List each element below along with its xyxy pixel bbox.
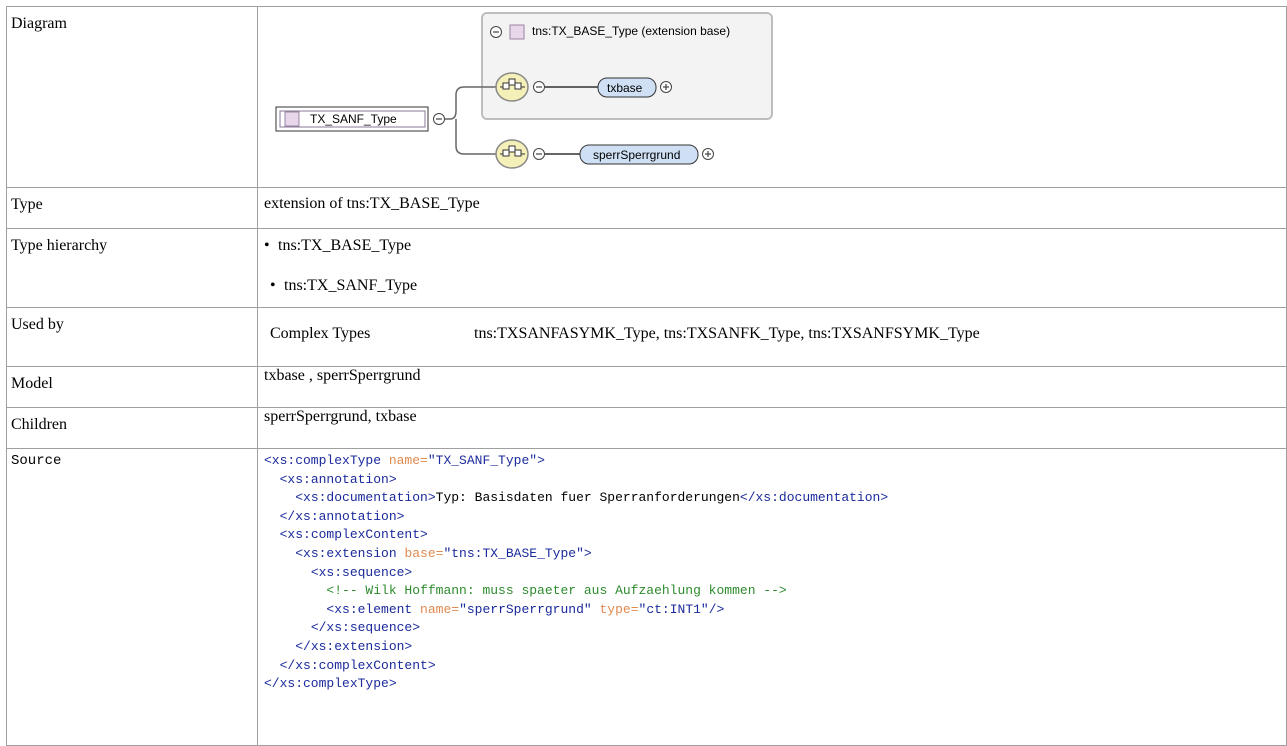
source-token xyxy=(264,639,295,654)
hierarchy-item-label: tns:TX_SANF_Type xyxy=(284,277,418,294)
sperrsperrgrund-expand-icon[interactable] xyxy=(702,148,714,160)
source-token: name= xyxy=(388,453,428,468)
source-token xyxy=(264,620,311,635)
source-token: <xs:documentation> xyxy=(295,490,436,506)
source-line: <xs:sequence> xyxy=(264,564,1282,583)
source-token xyxy=(264,490,295,505)
source-token xyxy=(264,565,311,580)
group-type-icon xyxy=(509,24,525,40)
source-token: "tns:TX_BASE_Type" xyxy=(443,545,584,561)
source-token: name= xyxy=(420,601,460,617)
row-label: Source xyxy=(6,448,258,746)
source-token: <xs:annotation> xyxy=(279,471,397,487)
row-used-by: Used by Complex Types tns:TXSANFASYMK_Ty… xyxy=(6,307,1287,367)
source-token xyxy=(264,546,295,561)
source-token: </xs:complexType> xyxy=(264,676,397,692)
diagram-cell: tns:TX_BASE_Type (extension base) TX_SAN… xyxy=(257,6,1287,188)
source-token: /> xyxy=(708,601,725,617)
source-token: type= xyxy=(599,601,639,617)
row-source: Source <xs:complexType name="TX_SANF_Typ… xyxy=(6,448,1287,746)
row-diagram: Diagram tns:TX_BASE_Type (extension base… xyxy=(6,6,1287,188)
source-token: <xs:complexContent> xyxy=(279,527,428,543)
source-line: <xs:element name="sperrSperrgrund" type=… xyxy=(264,601,1282,620)
source-line: <xs:complexContent> xyxy=(264,526,1282,545)
source-token: </xs:sequence> xyxy=(310,620,421,636)
source-token: base= xyxy=(404,545,444,561)
row-label: Type hierarchy xyxy=(6,228,258,308)
row-children: Children sperrSperrgrund, txbase xyxy=(6,407,1287,449)
source-line: <!-- Wilk Hoffmann: muss spaeter aus Auf… xyxy=(264,582,1282,601)
hierarchy-item: • tns:TX_BASE_Type xyxy=(264,237,412,254)
source-line: </xs:complexContent> xyxy=(264,657,1282,676)
source-line: <xs:annotation> xyxy=(264,471,1282,490)
source-cell: <xs:complexType name="TX_SANF_Type"> <xs… xyxy=(257,448,1287,746)
element-txbase-label: txbase xyxy=(607,81,643,95)
children-value: sperrSperrgrund, txbase xyxy=(257,407,1287,449)
root-type-label: TX_SANF_Type xyxy=(310,112,397,126)
source-code: <xs:complexType name="TX_SANF_Type"> <xs… xyxy=(264,449,1282,694)
type-value: extension of tns:TX_BASE_Type xyxy=(257,187,1287,229)
hierarchy-cell: • tns:TX_BASE_Type • tns:TX_SANF_Type xyxy=(257,228,1287,308)
group-collapse-icon[interactable] xyxy=(490,26,502,38)
txbase-expand-icon[interactable] xyxy=(660,81,672,93)
used-by-cell: Complex Types tns:TXSANFASYMK_Type, tns:… xyxy=(257,307,1287,367)
source-token: </xs:documentation> xyxy=(739,490,889,506)
sequence-compositor-2[interactable] xyxy=(495,139,529,169)
hierarchy-item: • tns:TX_SANF_Type xyxy=(270,277,418,294)
source-token: <xs:sequence> xyxy=(310,564,413,580)
source-token: "TX_SANF_Type" xyxy=(427,453,538,468)
used-by-types: tns:TXSANFASYMK_Type, tns:TXSANFK_Type, … xyxy=(474,325,980,342)
source-token: "sperrSperrgrund" xyxy=(459,601,600,617)
sequence-compositor-1[interactable] xyxy=(495,72,529,102)
source-line: </xs:annotation> xyxy=(264,508,1282,527)
source-token: </xs:complexContent> xyxy=(279,657,436,673)
row-type-hierarchy: Type hierarchy • tns:TX_BASE_Type • tns:TX… xyxy=(6,228,1287,308)
source-token xyxy=(264,583,326,598)
source-line: </xs:extension> xyxy=(264,638,1282,657)
row-type: Type extension of tns:TX_BASE_Type xyxy=(6,187,1287,229)
source-token xyxy=(264,527,280,542)
source-token: </xs:extension> xyxy=(295,638,413,654)
source-line: <xs:documentation>Typ: Basisdaten fuer S… xyxy=(264,489,1282,508)
row-label: Diagram xyxy=(6,6,258,188)
sequence-1-collapse-icon[interactable] xyxy=(533,81,545,93)
source-token xyxy=(264,602,326,617)
model-value: txbase , sperrSperrgrund xyxy=(257,366,1287,408)
source-token: <xs:extension xyxy=(295,545,405,561)
base-group-label: tns:TX_BASE_Type (extension base) xyxy=(532,24,731,38)
row-label: Type xyxy=(6,187,258,229)
row-model: Model txbase , sperrSperrgrund xyxy=(6,366,1287,408)
source-token xyxy=(264,509,280,524)
source-token: Typ: Basisdaten fuer Sperranforderungen xyxy=(435,490,740,506)
source-token: <!-- Wilk Hoffmann: muss spaeter aus Auf… xyxy=(326,583,787,599)
source-line: </xs:complexType> xyxy=(264,675,1282,694)
source-token xyxy=(264,472,280,487)
source-token: > xyxy=(537,453,545,468)
schema-diagram: tns:TX_BASE_Type (extension base) TX_SAN… xyxy=(264,7,784,179)
source-token: <xs:element xyxy=(326,601,421,617)
used-by-category: Complex Types xyxy=(270,325,371,342)
sequence-2-collapse-icon[interactable] xyxy=(533,148,545,160)
source-token: </xs:annotation> xyxy=(279,508,405,524)
schema-doc-table: Diagram tns:TX_BASE_Type (extension base… xyxy=(6,6,1287,746)
source-token: "ct:INT1" xyxy=(638,601,709,617)
root-collapse-icon[interactable] xyxy=(433,113,445,125)
source-line: <xs:extension base="tns:TX_BASE_Type"> xyxy=(264,545,1282,564)
row-label: Used by xyxy=(6,307,258,367)
element-sperrsperrgrund-label: sperrSperrgrund xyxy=(593,148,681,162)
source-token xyxy=(264,658,280,673)
source-token: > xyxy=(583,545,592,561)
row-label: Children xyxy=(6,407,258,449)
source-token: <xs:complexType xyxy=(264,453,389,468)
source-line: <xs:complexType name="TX_SANF_Type"> xyxy=(264,452,1282,471)
root-type-icon xyxy=(284,111,300,127)
source-line: </xs:sequence> xyxy=(264,619,1282,638)
hierarchy-item-label: tns:TX_BASE_Type xyxy=(278,237,412,254)
row-label: Model xyxy=(6,366,258,408)
